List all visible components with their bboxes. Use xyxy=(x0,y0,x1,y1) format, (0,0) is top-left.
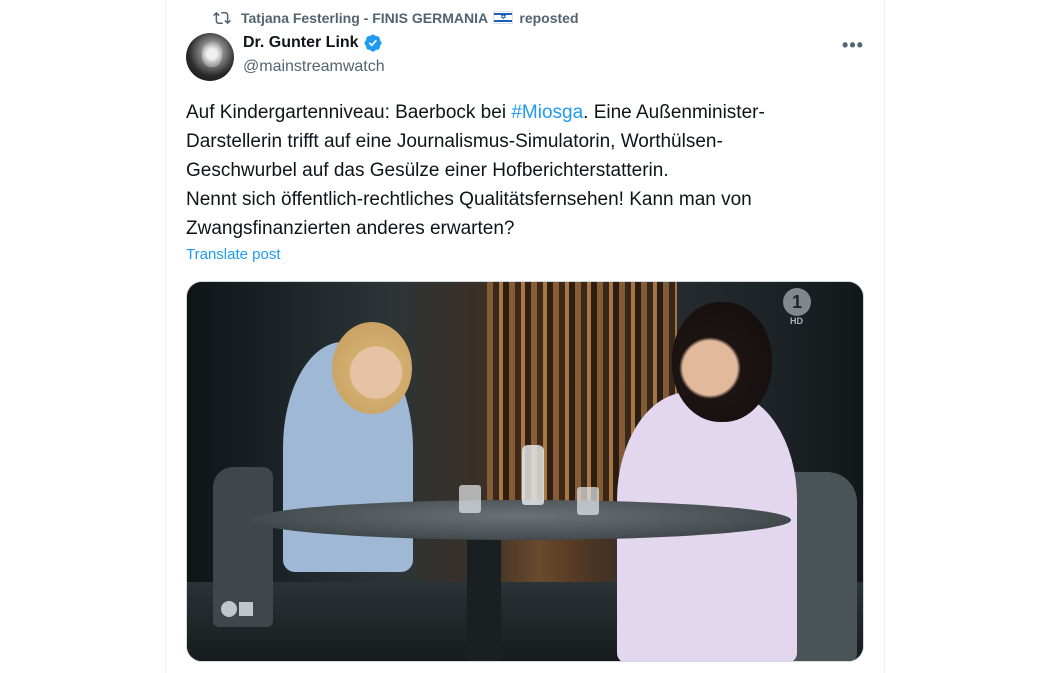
post-line-5: Zwangsfinanzierten anderes erwarten? xyxy=(186,218,515,239)
repost-indicator[interactable]: Tatjana Festerling - FINIS GERMANIA ✡ re… xyxy=(213,8,579,28)
glass-right xyxy=(577,487,599,515)
repost-user-name[interactable]: Tatjana Festerling - FINIS GERMANIA ✡ re… xyxy=(241,10,579,26)
round-table xyxy=(251,500,791,540)
author-handle[interactable]: @mainstreamwatch xyxy=(243,58,385,76)
post-line-1: Auf Kindergartenniveau: Baerbock bei #Mi… xyxy=(186,98,866,127)
author-name-label: Dr. Gunter Link xyxy=(243,34,359,51)
avatar[interactable] xyxy=(186,33,234,81)
hashtag-link[interactable]: #Miosga xyxy=(511,102,583,123)
show-logo-icon xyxy=(221,600,255,618)
repost-suffix: reposted xyxy=(519,10,579,26)
avatar-face xyxy=(202,43,222,67)
more-options-button[interactable]: ••• xyxy=(838,30,868,60)
repost-icon xyxy=(213,11,231,25)
flag-israel-icon: ✡ xyxy=(493,11,514,24)
post-text: Auf Kindergartenniveau: Baerbock bei #Mi… xyxy=(186,98,866,243)
channel-logo-icon: 1 xyxy=(783,288,811,316)
guest-head xyxy=(672,302,772,422)
post-line-2: Darstellerin trifft auf eine Journalismu… xyxy=(186,131,723,152)
hd-label: HD xyxy=(790,316,803,326)
column-border-left xyxy=(165,0,166,673)
post-media-image[interactable]: 1 HD xyxy=(186,281,864,662)
show-logo-square xyxy=(239,602,253,616)
post-line-3: Geschwurbel auf das Gesülze einer Hofber… xyxy=(186,160,669,181)
column-border-right xyxy=(884,0,885,673)
post-line-1-start: Auf Kindergartenniveau: Baerbock bei xyxy=(186,102,512,123)
verified-badge-icon xyxy=(364,34,382,52)
glass-left xyxy=(459,485,481,513)
repost-user-label: Tatjana Festerling - FINIS GERMANIA xyxy=(241,10,488,26)
post-line-4: Nennt sich öffentlich-rechtliches Qualit… xyxy=(186,189,752,210)
show-logo-dot xyxy=(221,601,237,617)
water-bottle xyxy=(522,445,544,505)
post-line-1-end: . Eine Außenminister- xyxy=(583,102,765,123)
table-base xyxy=(467,532,501,661)
author-name[interactable]: Dr. Gunter Link xyxy=(243,33,383,53)
host-head xyxy=(332,322,412,414)
translate-post-link[interactable]: Translate post xyxy=(186,246,281,263)
